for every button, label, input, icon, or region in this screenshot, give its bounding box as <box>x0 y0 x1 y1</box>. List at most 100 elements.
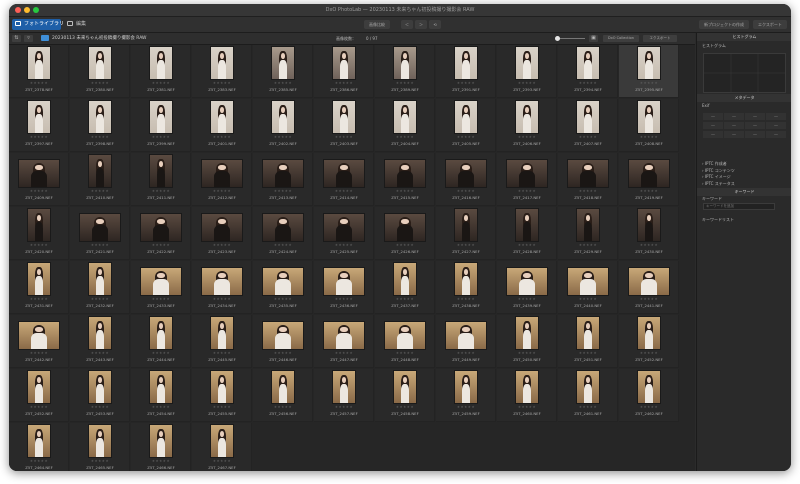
photo-thumbnail-cell[interactable]: ★★★★★ Z5T_2433.NEF <box>131 261 191 314</box>
star-rating[interactable]: ★★★★★ <box>131 135 191 140</box>
photo-thumbnail-cell[interactable]: ★★★★★ Z5T_2398.NEF <box>70 99 130 152</box>
photo-thumbnail[interactable] <box>28 371 50 403</box>
photo-thumbnail[interactable] <box>638 47 660 79</box>
slider-knob[interactable] <box>555 36 560 41</box>
photo-thumbnail[interactable] <box>272 371 294 403</box>
compare-button[interactable]: 画像比較 <box>364 20 390 29</box>
star-rating[interactable]: ★★★★★ <box>9 405 69 410</box>
photo-thumbnail-cell[interactable]: ★★★★★ Z5T_2410.NEF <box>70 153 130 206</box>
star-rating[interactable]: ★★★★★ <box>497 405 557 410</box>
dxo-collection-button[interactable]: DxO Collection <box>603 35 639 42</box>
star-rating[interactable]: ★★★★★ <box>619 405 679 410</box>
star-rating[interactable]: ★★★★★ <box>436 243 496 248</box>
photo-thumbnail[interactable] <box>455 47 477 79</box>
photo-thumbnail[interactable] <box>577 371 599 403</box>
star-rating[interactable]: ★★★★★ <box>497 351 557 356</box>
photo-thumbnail-cell[interactable]: ★★★★★ Z5T_2418.NEF <box>558 153 618 206</box>
photo-thumbnail[interactable] <box>89 101 111 133</box>
star-rating[interactable]: ★★★★★ <box>131 351 191 356</box>
photo-thumbnail-cell[interactable]: ★★★★★ Z5T_2399.NEF <box>131 99 191 152</box>
photo-thumbnail[interactable] <box>394 263 416 295</box>
star-rating[interactable]: ★★★★★ <box>253 351 313 356</box>
star-rating[interactable]: ★★★★★ <box>558 351 618 356</box>
photo-thumbnail-cell[interactable]: ★★★★★ Z5T_2419.NEF <box>619 153 679 206</box>
photo-thumbnail[interactable] <box>211 47 233 79</box>
photo-thumbnail-cell[interactable]: ★★★★★ Z5T_2445.NEF <box>192 315 252 368</box>
photo-thumbnail-cell[interactable]: ★★★★★ Z5T_2467.NEF <box>192 423 252 471</box>
star-rating[interactable]: ★★★★★ <box>131 459 191 464</box>
star-rating[interactable]: ★★★★★ <box>70 243 130 248</box>
star-rating[interactable]: ★★★★★ <box>314 351 374 356</box>
star-rating[interactable]: ★★★★★ <box>70 405 130 410</box>
photo-thumbnail-cell[interactable]: ★★★★★ Z5T_2453.NEF <box>70 369 130 422</box>
photo-thumbnail-cell[interactable]: ★★★★★ Z5T_2446.NEF <box>253 315 313 368</box>
photo-thumbnail[interactable] <box>211 317 233 349</box>
photo-thumbnail[interactable] <box>507 268 547 295</box>
photo-thumbnail-cell[interactable]: ★★★★★ Z5T_2407.NEF <box>558 99 618 152</box>
star-rating[interactable]: ★★★★★ <box>192 189 252 194</box>
photo-thumbnail-cell[interactable]: ★★★★★ Z5T_2440.NEF <box>558 261 618 314</box>
photo-thumbnail-cell[interactable]: ★★★★★ Z5T_2406.NEF <box>497 99 557 152</box>
photo-thumbnail-cell[interactable]: ★★★★★ Z5T_2462.NEF <box>619 369 679 422</box>
star-rating[interactable]: ★★★★★ <box>192 135 252 140</box>
photo-thumbnail-cell[interactable]: ★★★★★ Z5T_2427.NEF <box>436 207 496 260</box>
photo-thumbnail-cell[interactable]: ★★★★★ Z5T_2405.NEF <box>436 99 496 152</box>
photo-thumbnail[interactable] <box>150 155 172 187</box>
star-rating[interactable]: ★★★★★ <box>558 405 618 410</box>
star-rating[interactable]: ★★★★★ <box>497 81 557 86</box>
star-rating[interactable]: ★★★★★ <box>70 135 130 140</box>
photo-thumbnail-cell[interactable]: ★★★★★ Z5T_2422.NEF <box>131 207 191 260</box>
photo-thumbnail-cell[interactable]: ★★★★★ Z5T_2435.NEF <box>253 261 313 314</box>
photo-thumbnail[interactable] <box>516 101 538 133</box>
star-rating[interactable]: ★★★★★ <box>619 189 679 194</box>
photo-thumbnail-cell[interactable]: ★★★★★ Z5T_2380.NEF <box>70 45 130 98</box>
photo-thumbnail[interactable] <box>333 101 355 133</box>
star-rating[interactable]: ★★★★★ <box>558 189 618 194</box>
star-rating[interactable]: ★★★★★ <box>375 81 435 86</box>
photo-thumbnail[interactable] <box>516 209 538 241</box>
photo-thumbnail-cell[interactable]: ★★★★★ Z5T_2465.NEF <box>70 423 130 471</box>
photo-thumbnail[interactable] <box>324 160 364 187</box>
sort-icon[interactable]: ⇅ <box>12 35 21 42</box>
star-rating[interactable]: ★★★★★ <box>619 135 679 140</box>
photo-thumbnail[interactable] <box>333 47 355 79</box>
iptc-section[interactable]: › IPTC コンテンツ <box>702 168 735 174</box>
star-rating[interactable]: ★★★★★ <box>375 189 435 194</box>
photo-thumbnail[interactable] <box>324 268 364 295</box>
photo-thumbnail-cell[interactable]: ★★★★★ Z5T_2436.NEF <box>314 261 374 314</box>
star-rating[interactable]: ★★★★★ <box>9 297 69 302</box>
star-rating[interactable]: ★★★★★ <box>375 243 435 248</box>
photo-thumbnail[interactable] <box>446 322 486 349</box>
star-rating[interactable]: ★★★★★ <box>558 297 618 302</box>
photo-thumbnail-cell[interactable]: ★★★★★ Z5T_2417.NEF <box>497 153 557 206</box>
photo-thumbnail-cell[interactable]: ★★★★★ Z5T_2395.NEF <box>619 45 679 98</box>
photo-thumbnail[interactable] <box>638 101 660 133</box>
photo-thumbnail-cell[interactable]: ★★★★★ Z5T_2402.NEF <box>253 99 313 152</box>
photo-thumbnail-cell[interactable]: ★★★★★ Z5T_2421.NEF <box>70 207 130 260</box>
photo-thumbnail-cell[interactable]: ★★★★★ Z5T_2450.NEF <box>497 315 557 368</box>
photo-thumbnail[interactable] <box>638 371 660 403</box>
photo-thumbnail[interactable] <box>446 160 486 187</box>
photo-thumbnail-cell[interactable]: ★★★★★ Z5T_2459.NEF <box>436 369 496 422</box>
photo-thumbnail[interactable] <box>28 263 50 295</box>
star-rating[interactable]: ★★★★★ <box>436 135 496 140</box>
photo-thumbnail[interactable] <box>455 263 477 295</box>
photo-thumbnail-cell[interactable]: ★★★★★ Z5T_2452.NEF <box>619 315 679 368</box>
star-rating[interactable]: ★★★★★ <box>314 405 374 410</box>
star-rating[interactable]: ★★★★★ <box>192 243 252 248</box>
photo-thumbnail[interactable] <box>516 371 538 403</box>
photo-thumbnail[interactable] <box>638 317 660 349</box>
photo-thumbnail[interactable] <box>455 101 477 133</box>
photo-thumbnail-cell[interactable]: ★★★★★ Z5T_2455.NEF <box>192 369 252 422</box>
star-rating[interactable]: ★★★★★ <box>192 459 252 464</box>
tab-photo-library[interactable]: フォトライブラリ <box>12 19 64 30</box>
photo-thumbnail-cell[interactable]: ★★★★★ Z5T_2404.NEF <box>375 99 435 152</box>
previous-button[interactable]: ＜ <box>401 20 413 29</box>
photo-thumbnail[interactable] <box>150 425 172 457</box>
star-rating[interactable]: ★★★★★ <box>9 351 69 356</box>
star-rating[interactable]: ★★★★★ <box>9 81 69 86</box>
photo-thumbnail[interactable] <box>516 47 538 79</box>
photo-thumbnail-cell[interactable]: ★★★★★ Z5T_2432.NEF <box>70 261 130 314</box>
photo-thumbnail-cell[interactable]: ★★★★★ Z5T_2423.NEF <box>192 207 252 260</box>
photo-thumbnail[interactable] <box>150 47 172 79</box>
